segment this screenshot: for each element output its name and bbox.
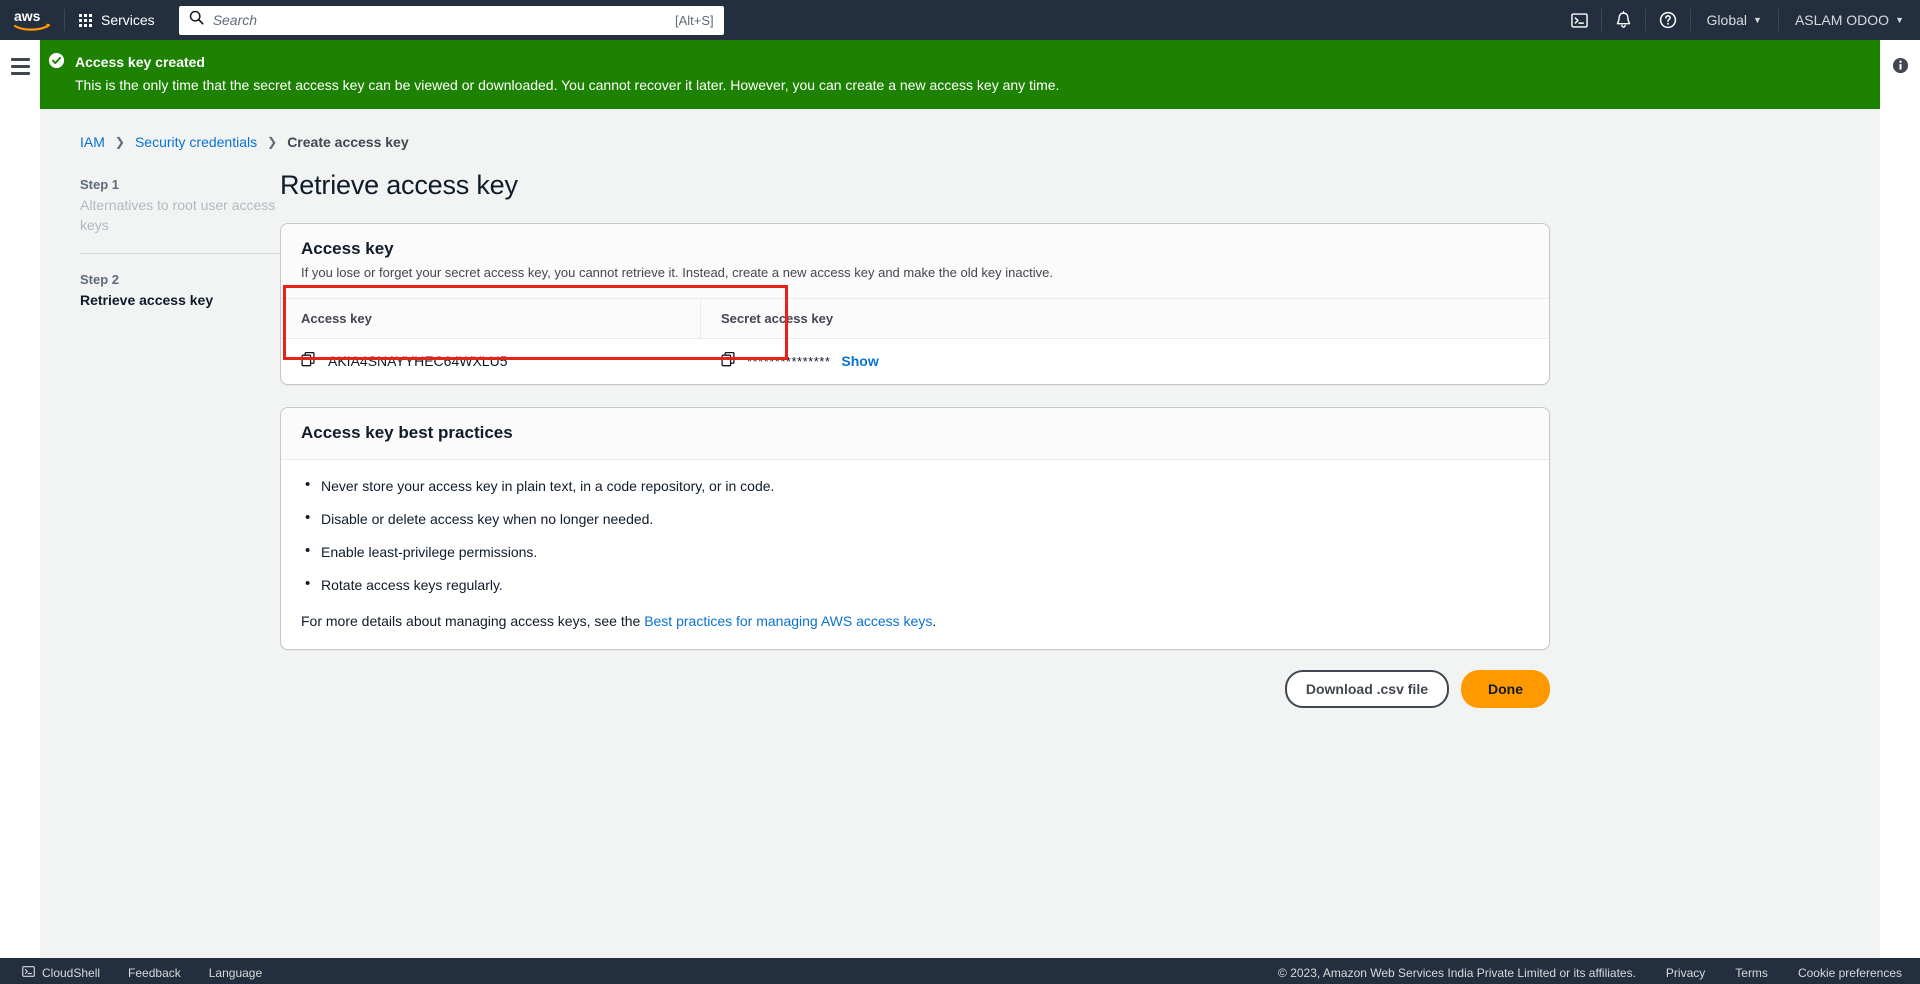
help-icon[interactable]	[1646, 0, 1690, 40]
access-key-card-title: Access key	[301, 239, 1529, 259]
footer-privacy-link[interactable]: Privacy	[1666, 966, 1705, 980]
show-secret-link[interactable]: Show	[841, 353, 878, 369]
download-csv-button[interactable]: Download .csv file	[1285, 670, 1449, 708]
left-rail	[0, 109, 40, 958]
table-row: AKIA4SNAYYHEC64WXLU5 ***************	[281, 339, 1549, 384]
account-label: ASLAM ODOO	[1795, 12, 1889, 28]
chevron-right-icon: ❯	[115, 135, 125, 149]
search-icon	[189, 10, 204, 30]
copy-icon[interactable]	[301, 352, 316, 370]
access-key-card-subtitle: If you lose or forget your secret access…	[301, 264, 1529, 282]
breadcrumb-item-create-access-key: Create access key	[287, 134, 408, 150]
form-actions: Download .csv file Done	[280, 670, 1550, 708]
list-item: Enable least-privilege permissions.	[301, 542, 1529, 562]
wizard-step-2[interactable]: Step 2 Retrieve access key	[80, 270, 280, 310]
footer-copyright: © 2023, Amazon Web Services India Privat…	[1278, 966, 1636, 980]
list-item: Rotate access keys regularly.	[301, 575, 1529, 595]
access-key-card-header: Access key If you lose or forget your se…	[281, 224, 1549, 298]
breadcrumb: IAM ❯ Security credentials ❯ Create acce…	[40, 109, 1880, 150]
column-header-access-key: Access key	[281, 299, 701, 338]
secret-access-key-cell: *************** Show	[701, 339, 1549, 384]
flash-title: Access key created	[75, 53, 1059, 71]
services-label: Services	[101, 12, 155, 28]
done-button[interactable]: Done	[1461, 670, 1550, 708]
access-key-card: Access key If you lose or forget your se…	[280, 223, 1550, 385]
cloudshell-icon[interactable]	[1558, 0, 1601, 40]
best-practices-doc-link[interactable]: Best practices for managing AWS access k…	[644, 613, 932, 629]
best-practices-card: Access key best practices Never store yo…	[280, 407, 1550, 650]
step-1-label: Alternatives to root user access keys	[80, 195, 280, 235]
aws-logo[interactable]: aws	[0, 0, 64, 40]
search-input[interactable]	[213, 12, 667, 28]
step-2-number: Step 2	[80, 270, 280, 290]
flash-banner-row: Access key created This is the only time…	[0, 40, 1920, 109]
page-body: IAM ❯ Security credentials ❯ Create acce…	[0, 109, 1920, 958]
main-region: IAM ❯ Security credentials ❯ Create acce…	[40, 109, 1880, 958]
access-key-value: AKIA4SNAYYHEC64WXLU5	[328, 353, 507, 369]
success-flash-banner: Access key created This is the only time…	[40, 40, 1880, 109]
footer-cloudshell-button[interactable]: CloudShell	[22, 965, 100, 981]
footer-cloudshell-label: CloudShell	[42, 966, 100, 980]
access-key-table: Access key Secret access key	[281, 298, 1549, 384]
page-title: Retrieve access key	[280, 170, 1550, 201]
chevron-down-icon: ▼	[1753, 16, 1762, 25]
grid-icon	[79, 14, 92, 27]
secret-access-key-masked: ***************	[747, 354, 830, 369]
breadcrumb-item-security-credentials[interactable]: Security credentials	[135, 134, 257, 150]
flash-description: This is the only time that the secret ac…	[75, 75, 1059, 95]
copy-icon[interactable]	[721, 352, 736, 370]
region-label: Global	[1707, 12, 1747, 28]
footer-cookie-preferences-link[interactable]: Cookie preferences	[1798, 966, 1902, 980]
info-icon[interactable]	[1892, 57, 1909, 109]
table-header-row: Access key Secret access key	[281, 298, 1549, 339]
nav-right-group: Global ▼ ASLAM ODOO ▼	[1558, 0, 1920, 40]
hamburger-menu-icon[interactable]	[11, 58, 30, 109]
footer-terms-link[interactable]: Terms	[1735, 966, 1768, 980]
bell-icon[interactable]	[1602, 0, 1645, 40]
svg-text:aws: aws	[14, 8, 41, 24]
best-practices-footer-prefix: For more details about managing access k…	[301, 613, 644, 629]
footer-language-link[interactable]: Language	[209, 966, 262, 980]
right-rail-top	[1880, 40, 1920, 109]
account-menu[interactable]: ASLAM ODOO ▼	[1779, 0, 1920, 40]
step-1-number: Step 1	[80, 175, 280, 195]
best-practices-body: Never store your access key in plain tex…	[281, 460, 1549, 649]
step-2-label: Retrieve access key	[80, 290, 280, 310]
top-navigation-bar: aws Services [Alt+S]	[0, 0, 1920, 40]
best-practices-card-header: Access key best practices	[281, 408, 1549, 460]
search-shortcut-hint: [Alt+S]	[667, 13, 714, 28]
breadcrumb-item-iam[interactable]: IAM	[80, 134, 105, 150]
chevron-down-icon: ▼	[1895, 16, 1904, 25]
best-practices-title: Access key best practices	[301, 423, 1529, 443]
content-columns: Step 1 Alternatives to root user access …	[40, 150, 1880, 708]
cloudshell-icon	[22, 965, 35, 981]
region-selector[interactable]: Global ▼	[1691, 0, 1778, 40]
best-practices-footer-suffix: .	[932, 613, 936, 629]
access-key-cell: AKIA4SNAYYHEC64WXLU5	[281, 339, 701, 384]
list-item: Never store your access key in plain tex…	[301, 476, 1529, 496]
column-header-secret-access-key: Secret access key	[701, 299, 1549, 338]
right-rail	[1880, 109, 1920, 958]
best-practices-footer: For more details about managing access k…	[301, 613, 1529, 629]
footer-feedback-link[interactable]: Feedback	[128, 966, 181, 980]
left-rail-top	[0, 40, 40, 109]
footer-left-group: CloudShell Feedback Language	[22, 965, 262, 981]
services-menu-button[interactable]: Services	[65, 0, 169, 40]
chevron-right-icon: ❯	[267, 135, 277, 149]
wizard-steps-sidebar: Step 1 Alternatives to root user access …	[40, 175, 280, 708]
page-footer: CloudShell Feedback Language © 2023, Ama…	[0, 958, 1920, 984]
main-content: Retrieve access key Access key If you lo…	[280, 175, 1550, 708]
list-item: Disable or delete access key when no lon…	[301, 509, 1529, 529]
best-practices-list: Never store your access key in plain tex…	[301, 476, 1529, 595]
success-check-icon	[48, 52, 65, 95]
footer-right-group: © 2023, Amazon Web Services India Privat…	[1278, 966, 1902, 980]
steps-divider	[80, 253, 280, 254]
wizard-step-1[interactable]: Step 1 Alternatives to root user access …	[80, 175, 280, 235]
global-search-box[interactable]: [Alt+S]	[179, 6, 724, 35]
